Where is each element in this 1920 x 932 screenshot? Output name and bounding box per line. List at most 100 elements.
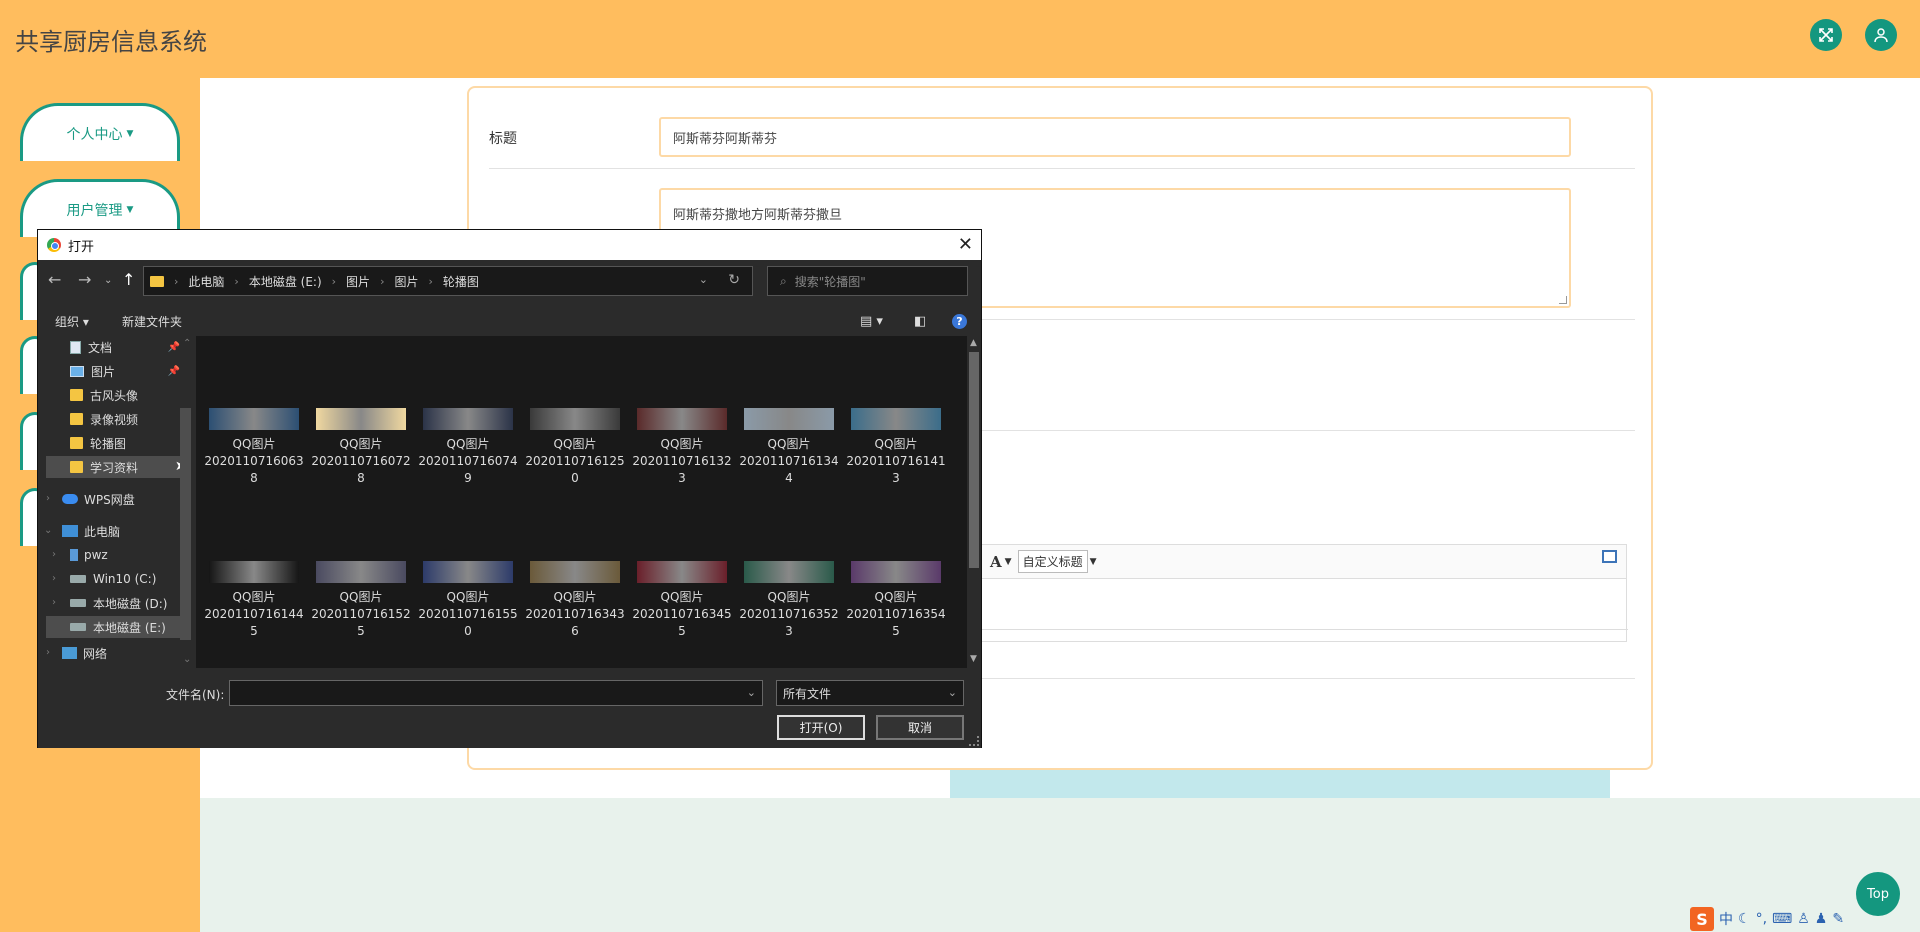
title-label: 标题 bbox=[489, 131, 517, 147]
file-list-scroll-thumb[interactable] bbox=[969, 352, 979, 568]
cancel-button[interactable]: 取消 bbox=[876, 715, 964, 740]
scroll-up-icon[interactable]: ▲ bbox=[970, 338, 977, 348]
source-mode-icon[interactable] bbox=[1602, 550, 1617, 563]
breadcrumb-item[interactable]: 轮播图 bbox=[443, 273, 479, 290]
new-folder-button[interactable]: 新建文件夹 bbox=[122, 313, 182, 330]
breadcrumb-item[interactable]: 此电脑 bbox=[188, 273, 224, 290]
file-type-select[interactable]: 所有文件 ⌄ bbox=[776, 680, 964, 706]
recent-locations-icon[interactable]: ⌄ bbox=[104, 275, 112, 286]
address-bar[interactable]: › 此电脑 › 本地磁盘 (E:) › 图片 › 图片 › 轮播图 ⌄ ↻ bbox=[143, 266, 753, 296]
user-button[interactable] bbox=[1865, 19, 1897, 51]
file-item[interactable]: QQ图片 2020110716144 5 bbox=[204, 561, 304, 640]
file-item[interactable]: QQ图片 2020110716152 5 bbox=[311, 561, 411, 640]
file-item[interactable]: QQ图片 2020110716354 5 bbox=[846, 561, 946, 640]
font-color-icon[interactable]: A bbox=[990, 553, 1002, 571]
file-name-line: QQ图片 bbox=[446, 437, 490, 451]
forward-arrow-icon[interactable]: → bbox=[78, 270, 91, 289]
file-name-line: QQ图片 bbox=[553, 590, 597, 604]
heading-select[interactable]: 自定义标题 bbox=[1017, 550, 1088, 573]
resize-grip-icon[interactable] bbox=[969, 736, 979, 746]
breadcrumb-item[interactable]: 图片 bbox=[394, 273, 418, 290]
nav-item-network[interactable]: 网络 bbox=[62, 642, 107, 664]
caret-down-icon[interactable]: ▼ bbox=[1005, 557, 1012, 567]
file-name-line: 2020110716074 bbox=[418, 454, 518, 468]
view-options-icon[interactable]: ▤ ▾ bbox=[860, 314, 883, 329]
filename-input[interactable]: ⌄ bbox=[229, 680, 763, 706]
file-item[interactable]: QQ图片 2020110716155 0 bbox=[418, 561, 518, 640]
editor-toolbar: A ▼ 自定义标题 ▼ bbox=[975, 544, 1627, 578]
nav-item-documents[interactable]: 文档 📌 bbox=[70, 336, 180, 358]
close-icon[interactable]: ✕ bbox=[958, 234, 973, 255]
file-item[interactable]: QQ图片 2020110716134 4 bbox=[739, 408, 839, 487]
user-folder-icon bbox=[70, 549, 78, 561]
nav-item-drive-c[interactable]: Win10 (C:) bbox=[70, 568, 156, 590]
up-arrow-icon[interactable]: ↑ bbox=[122, 270, 135, 289]
drive-icon bbox=[70, 575, 86, 583]
folder-icon bbox=[70, 437, 83, 449]
chevron-right-icon[interactable]: › bbox=[46, 647, 50, 658]
file-name-line: 0 bbox=[464, 624, 472, 638]
caret-down-icon[interactable]: ▼ bbox=[1090, 557, 1097, 567]
sidebar-item-personal-center[interactable]: 个人中心 ▼ bbox=[20, 103, 180, 161]
file-item[interactable]: QQ图片 2020110716074 9 bbox=[418, 408, 518, 487]
punctuation-icon[interactable]: °, bbox=[1756, 911, 1767, 927]
scroll-down-icon[interactable]: ▼ bbox=[970, 654, 977, 664]
file-item[interactable]: QQ图片 2020110716132 3 bbox=[632, 408, 732, 487]
nav-item-wps-cloud[interactable]: WPS网盘 bbox=[62, 488, 135, 510]
file-item[interactable]: QQ图片 2020110716343 6 bbox=[525, 561, 625, 640]
skin-icon[interactable]: ♟ bbox=[1815, 911, 1828, 927]
nav-item-folder[interactable]: 录像视频 bbox=[70, 408, 138, 430]
fullscreen-button[interactable] bbox=[1810, 19, 1842, 51]
help-icon[interactable]: ? bbox=[952, 314, 967, 329]
title-input[interactable]: 阿斯蒂芬阿斯蒂芬 bbox=[659, 117, 1571, 157]
preview-pane-icon[interactable]: ◧ bbox=[914, 314, 926, 329]
nav-pane-scroll-thumb[interactable] bbox=[180, 408, 191, 640]
chevron-right-icon[interactable]: › bbox=[52, 597, 56, 608]
organize-button[interactable]: 组织 ▾ bbox=[55, 313, 89, 330]
scroll-down-icon[interactable]: ⌄ bbox=[183, 654, 191, 665]
scroll-up-icon[interactable]: ⌃ bbox=[183, 338, 191, 349]
back-arrow-icon[interactable]: ← bbox=[48, 270, 61, 289]
rich-text-editor[interactable] bbox=[975, 578, 1628, 642]
file-item[interactable]: QQ图片 2020110716352 3 bbox=[739, 561, 839, 640]
tools-icon[interactable]: ✎ bbox=[1832, 911, 1844, 927]
nav-item-folder[interactable]: 轮播图 bbox=[70, 432, 126, 454]
file-thumbnail bbox=[851, 561, 941, 583]
moon-icon[interactable]: ☾ bbox=[1738, 911, 1751, 927]
breadcrumb-item[interactable]: 图片 bbox=[346, 273, 370, 290]
file-item[interactable]: QQ图片 2020110716063 8 bbox=[204, 408, 304, 487]
resize-grip-icon[interactable] bbox=[1559, 296, 1567, 304]
chevron-right-icon[interactable]: › bbox=[52, 573, 56, 584]
nav-item-pictures[interactable]: 图片 📌 bbox=[70, 360, 180, 382]
chevron-down-icon[interactable]: ⌄ bbox=[747, 686, 756, 699]
chevron-right-icon[interactable]: › bbox=[46, 493, 50, 504]
nav-item-label: 网络 bbox=[83, 646, 108, 661]
file-item[interactable]: QQ图片 2020110716141 3 bbox=[846, 408, 946, 487]
computer-icon bbox=[62, 525, 78, 537]
drive-icon bbox=[70, 623, 86, 631]
ime-mode[interactable]: 中 bbox=[1719, 909, 1733, 929]
search-placeholder: 搜索"轮播图" bbox=[794, 274, 866, 289]
nav-item-folder-hover[interactable]: 学习资料 ➤ bbox=[46, 456, 186, 478]
file-item[interactable]: QQ图片 2020110716072 8 bbox=[311, 408, 411, 487]
file-item[interactable]: QQ图片 2020110716345 5 bbox=[632, 561, 732, 640]
nav-item-user-folder[interactable]: pwz bbox=[70, 544, 108, 566]
keyboard-icon[interactable]: ⌨ bbox=[1772, 911, 1792, 927]
nav-item-drive-d[interactable]: 本地磁盘 (D:) bbox=[70, 592, 167, 614]
sogou-logo[interactable]: S bbox=[1690, 907, 1714, 931]
open-button[interactable]: 打开(O) bbox=[777, 715, 865, 740]
nav-item-drive-e[interactable]: 本地磁盘 (E:) bbox=[46, 616, 180, 638]
breadcrumb-item[interactable]: 本地磁盘 (E:) bbox=[249, 273, 322, 290]
description-textarea-value: 阿斯蒂芬撒地方阿斯蒂芬撒旦 bbox=[673, 208, 843, 223]
file-name-line: 0 bbox=[571, 471, 579, 485]
nav-item-folder[interactable]: 古风头像 bbox=[70, 384, 138, 406]
pin-icon: 📌 bbox=[167, 365, 180, 377]
chevron-right-icon[interactable]: › bbox=[52, 549, 56, 560]
search-input[interactable]: ⌕ 搜索"轮播图" bbox=[767, 266, 968, 296]
refresh-icon[interactable]: ↻ bbox=[728, 272, 740, 288]
chevron-down-icon[interactable]: ⌄ bbox=[44, 525, 52, 536]
nav-item-this-pc[interactable]: 此电脑 bbox=[62, 520, 120, 542]
chevron-down-icon[interactable]: ⌄ bbox=[699, 273, 708, 286]
user-icon[interactable]: ♙ bbox=[1797, 911, 1810, 927]
file-item[interactable]: QQ图片 2020110716125 0 bbox=[525, 408, 625, 487]
